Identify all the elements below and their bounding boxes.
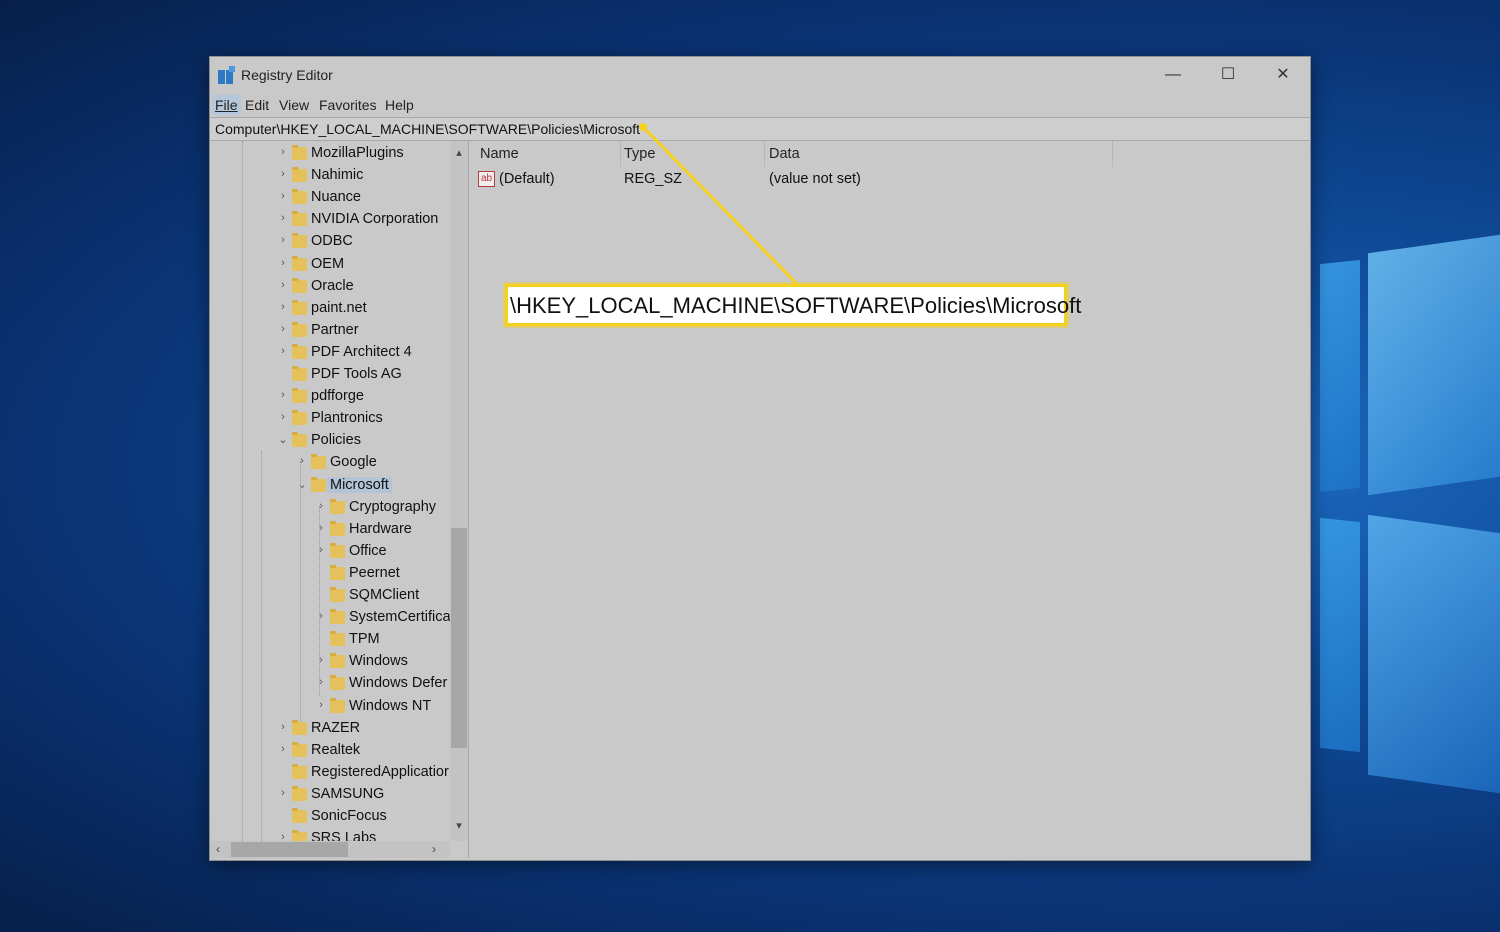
address-path-callout: \HKEY_LOCAL_MACHINE\SOFTWARE\Policies\Mi… — [505, 284, 1081, 326]
callout-text: \HKEY_LOCAL_MACHINE\SOFTWARE\Policies\Mi… — [510, 293, 1082, 318]
callout-arrow — [639, 123, 799, 286]
